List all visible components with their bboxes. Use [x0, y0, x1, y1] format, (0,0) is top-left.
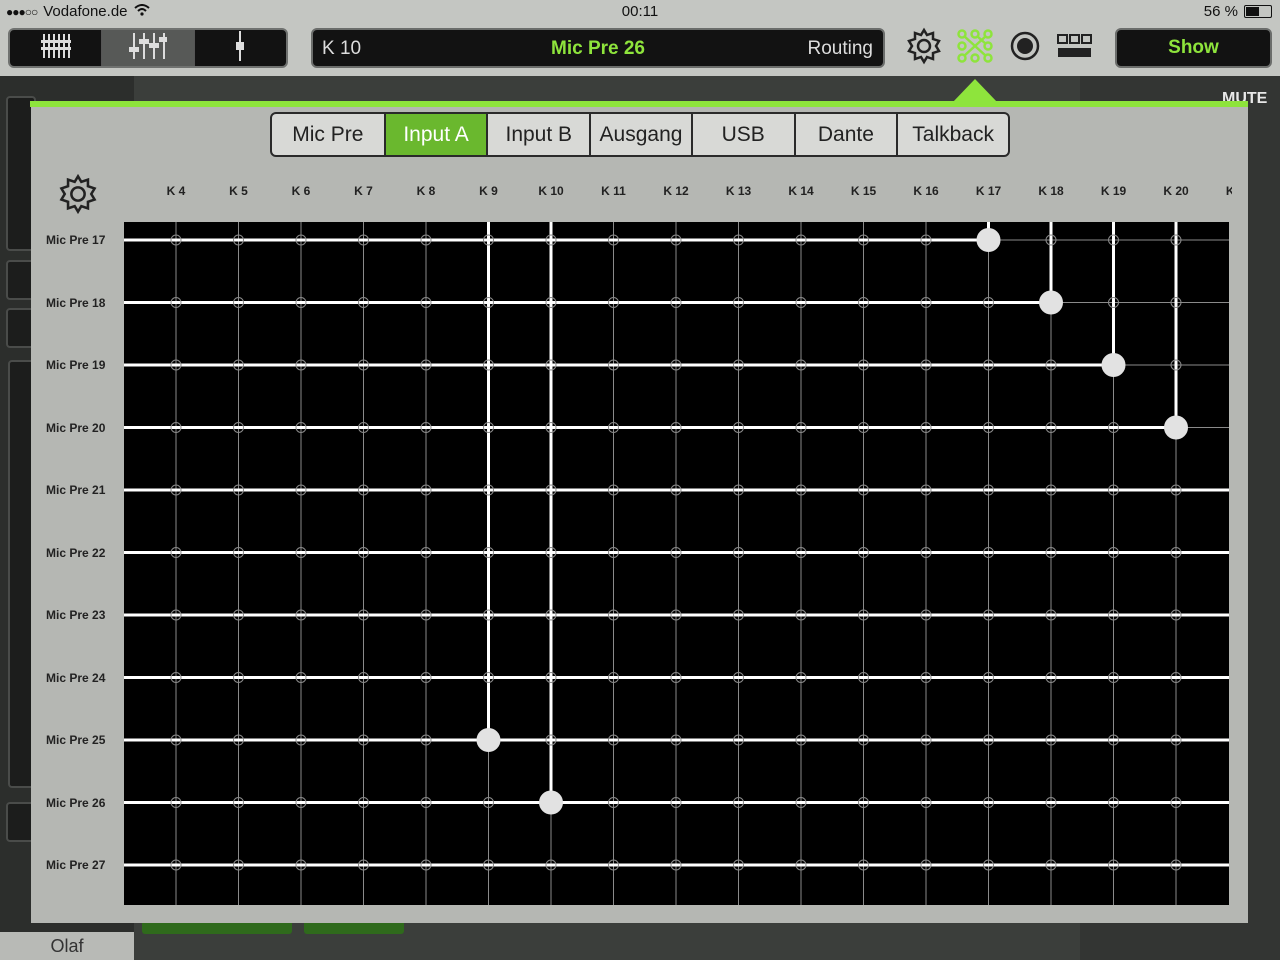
- row-label: Mic Pre 24: [46, 670, 106, 685]
- column-label: K 7: [354, 184, 373, 198]
- column-label: K 10: [538, 184, 564, 198]
- column-label: K 12: [663, 184, 689, 198]
- column-label: K 8: [416, 184, 436, 198]
- column-label: K 21: [1225, 184, 1232, 198]
- battery-fill: [1246, 7, 1260, 16]
- column-label: K 4: [166, 184, 186, 198]
- column-label: K 16: [913, 184, 939, 198]
- route-node[interactable]: [1164, 415, 1188, 440]
- column-labels: K 4 K 5 K 6 K 7 K 8 K 9 K 10 K 11 K 12 K 13 K 14 K …: [0, 0, 1232, 220]
- column-label: K 15: [850, 184, 877, 198]
- column-label: K 18: [1038, 184, 1064, 198]
- route-node[interactable]: [476, 728, 501, 752]
- route-node[interactable]: [976, 228, 1001, 252]
- row-label: Mic Pre 27: [46, 858, 106, 872]
- row-label: Mic Pre 22: [46, 545, 106, 560]
- column-label: K 20: [1163, 184, 1189, 198]
- channel-strip-name[interactable]: Olaf: [0, 932, 134, 960]
- column-label: K 5: [229, 184, 248, 198]
- row-label: Mic Pre 17: [46, 233, 106, 247]
- column-label: K 11: [601, 184, 626, 198]
- row-label: Mic Pre 25: [46, 733, 106, 747]
- column-label: K 6: [291, 184, 311, 198]
- routing-matrix[interactable]: [124, 222, 1229, 905]
- route-node[interactable]: [1039, 290, 1063, 315]
- column-label: K 17: [975, 184, 1002, 198]
- column-label: K 9: [479, 184, 498, 198]
- column-label: K 14: [788, 184, 814, 198]
- row-label: Mic Pre 18: [46, 295, 106, 310]
- row-label: Mic Pre 26: [46, 795, 106, 810]
- column-label: K 19: [1100, 184, 1127, 198]
- battery-icon: [1244, 5, 1272, 18]
- row-label: Mic Pre 20: [46, 420, 106, 435]
- row-label: Mic Pre 21: [46, 483, 106, 497]
- row-label: Mic Pre 19: [46, 358, 106, 372]
- column-label: K 13: [725, 184, 752, 198]
- row-label: Mic Pre 23: [46, 608, 106, 622]
- route-node[interactable]: [539, 790, 563, 815]
- route-node[interactable]: [1101, 353, 1126, 377]
